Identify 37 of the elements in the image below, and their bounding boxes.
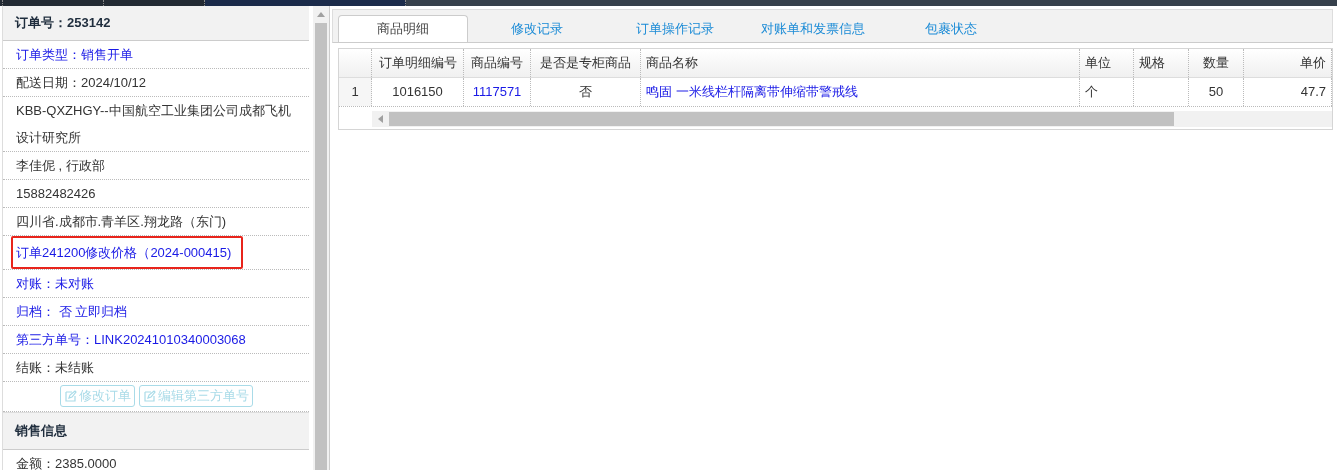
table-cell: 47.7 [1244, 78, 1332, 106]
order-info-link[interactable]: 订单241200修改价格（2024-000415) [11, 236, 244, 269]
order-info-text: 李佳伲 , 行政部 [16, 157, 105, 175]
order-info-link[interactable]: 订单类型：销售开单 [16, 41, 133, 68]
order-info-text: KBB-QXZHGY--中国航空工业集团公司成都飞机设计研究所 [16, 102, 292, 147]
column-header: 订单明细编号 [372, 49, 464, 77]
table-cell: 1016150 [372, 78, 464, 106]
table-link[interactable]: 1117571 [464, 78, 531, 106]
scrollbar[interactable] [313, 6, 329, 470]
pencil-icon [142, 389, 156, 403]
column-header: 商品名称 [641, 49, 1080, 77]
order-info-text: 四川省.成都市.青羊区.翔龙路（东门) [16, 213, 227, 231]
row-number: 1 [339, 78, 372, 106]
order-info-link[interactable]: 归档： 否 立即归档 [16, 298, 128, 325]
column-header: 单位 [1080, 49, 1134, 77]
order-info-text: 结账：未结账 [16, 359, 94, 377]
scroll-up-icon[interactable] [317, 12, 325, 17]
pencil-icon [63, 389, 77, 403]
order-info-text: 15882482426 [16, 185, 96, 203]
order-info-link[interactable]: 对账：未对账 [16, 270, 94, 297]
column-header: 是否是专柜商品 [531, 49, 641, 77]
table-cell: 否 [531, 78, 641, 106]
order-info-link[interactable]: 第三方单号：LINK20241010340003068 [16, 326, 246, 353]
table-cell: 个 [1080, 78, 1134, 106]
order-info-text: 配送日期：2024/10/12 [16, 74, 147, 92]
section-title: 销售信息 [3, 412, 309, 450]
table-link[interactable]: 鸣固 一米线栏杆隔离带伸缩带警戒线 [641, 78, 1080, 106]
column-header: 单价 [1244, 49, 1332, 77]
scroll-left-icon[interactable] [378, 115, 383, 123]
horizontal-scrollbar[interactable] [372, 111, 1332, 127]
column-header: 商品编号 [464, 49, 531, 77]
column-header: 数量 [1189, 49, 1244, 77]
tab[interactable]: 商品明细 [338, 15, 468, 42]
column-header: 规格 [1134, 49, 1189, 77]
table-cell: 50 [1189, 78, 1244, 106]
order-number-title: 订单号：253142 [3, 6, 309, 41]
sales-info-text: 金额：2385.0000 [16, 455, 117, 470]
